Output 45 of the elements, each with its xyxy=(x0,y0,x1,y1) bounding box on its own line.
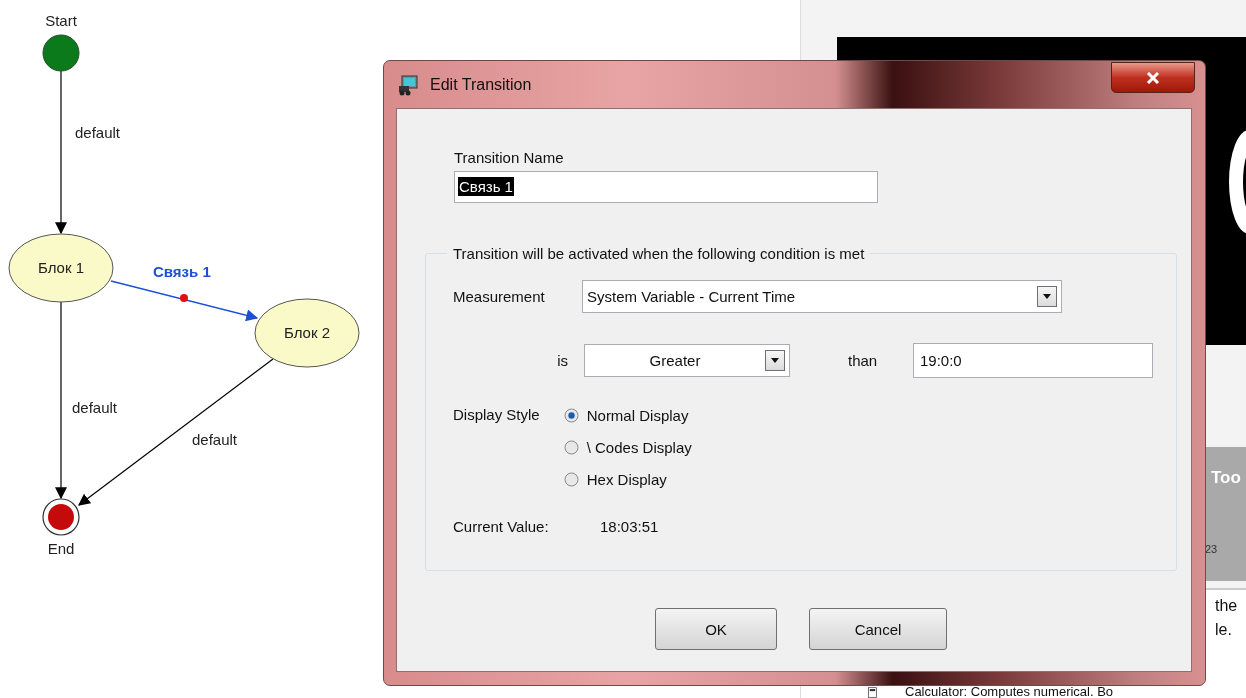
radio-button[interactable]: Normal Display xyxy=(563,404,692,426)
input-field[interactable]: 19:0:0 xyxy=(913,343,1153,378)
transition-arrow[interactable] xyxy=(55,70,67,235)
caret-icon xyxy=(770,357,780,364)
close-icon xyxy=(1146,71,1160,84)
dialog-button[interactable]: OK xyxy=(655,608,777,650)
field-label: Display Style xyxy=(453,405,540,425)
start-node[interactable] xyxy=(42,34,80,72)
window-title: Edit Transition xyxy=(430,75,532,94)
value-text: 18:03:51 xyxy=(600,518,659,535)
dropdown[interactable]: System Variable - Current Time xyxy=(582,280,1062,313)
calculator-icon xyxy=(867,687,878,698)
field-label: Measurement xyxy=(453,288,546,305)
radio-button[interactable]: Hex Display xyxy=(563,468,692,490)
body-text: the xyxy=(1215,597,1238,615)
close-button[interactable] xyxy=(1111,62,1195,93)
toolbar-title: Too xyxy=(1211,468,1241,488)
node-label: Блок 2 xyxy=(284,324,330,341)
transition-arrow[interactable] xyxy=(110,280,259,322)
end-node[interactable] xyxy=(42,498,80,536)
node-label: End xyxy=(47,540,75,557)
field-label: Transition Name xyxy=(454,149,565,167)
state-node[interactable] xyxy=(254,298,360,368)
state-node[interactable] xyxy=(8,233,114,303)
radio-button[interactable]: \ Codes Display xyxy=(563,436,692,458)
transition-arrow[interactable] xyxy=(55,301,67,500)
body-text: le. xyxy=(1215,621,1232,639)
toolbar-number: 23 xyxy=(1205,543,1218,555)
dialog-button[interactable]: Cancel xyxy=(809,608,947,650)
list-item-text: Calculator: Computes numerical. Bo xyxy=(905,686,1114,698)
dropdown[interactable]: Greater xyxy=(584,344,790,377)
field-label: than xyxy=(848,352,879,369)
transition-label: default xyxy=(75,124,121,141)
transition-label: default xyxy=(72,399,118,416)
node-label: Блок 1 xyxy=(38,259,84,276)
transition-label: default xyxy=(192,431,238,448)
field-label: is xyxy=(556,352,568,369)
node-label: Start xyxy=(45,12,77,29)
caret-icon xyxy=(1042,293,1052,300)
field-label: Current Value: xyxy=(453,518,550,535)
input-field[interactable]: Связь 1 xyxy=(454,171,878,203)
app-icon xyxy=(398,73,420,96)
transition-label: Связь 1 xyxy=(153,263,211,280)
group-title: Transition will be activated when the following condition is met xyxy=(452,245,866,262)
selection-handle[interactable] xyxy=(180,294,188,302)
